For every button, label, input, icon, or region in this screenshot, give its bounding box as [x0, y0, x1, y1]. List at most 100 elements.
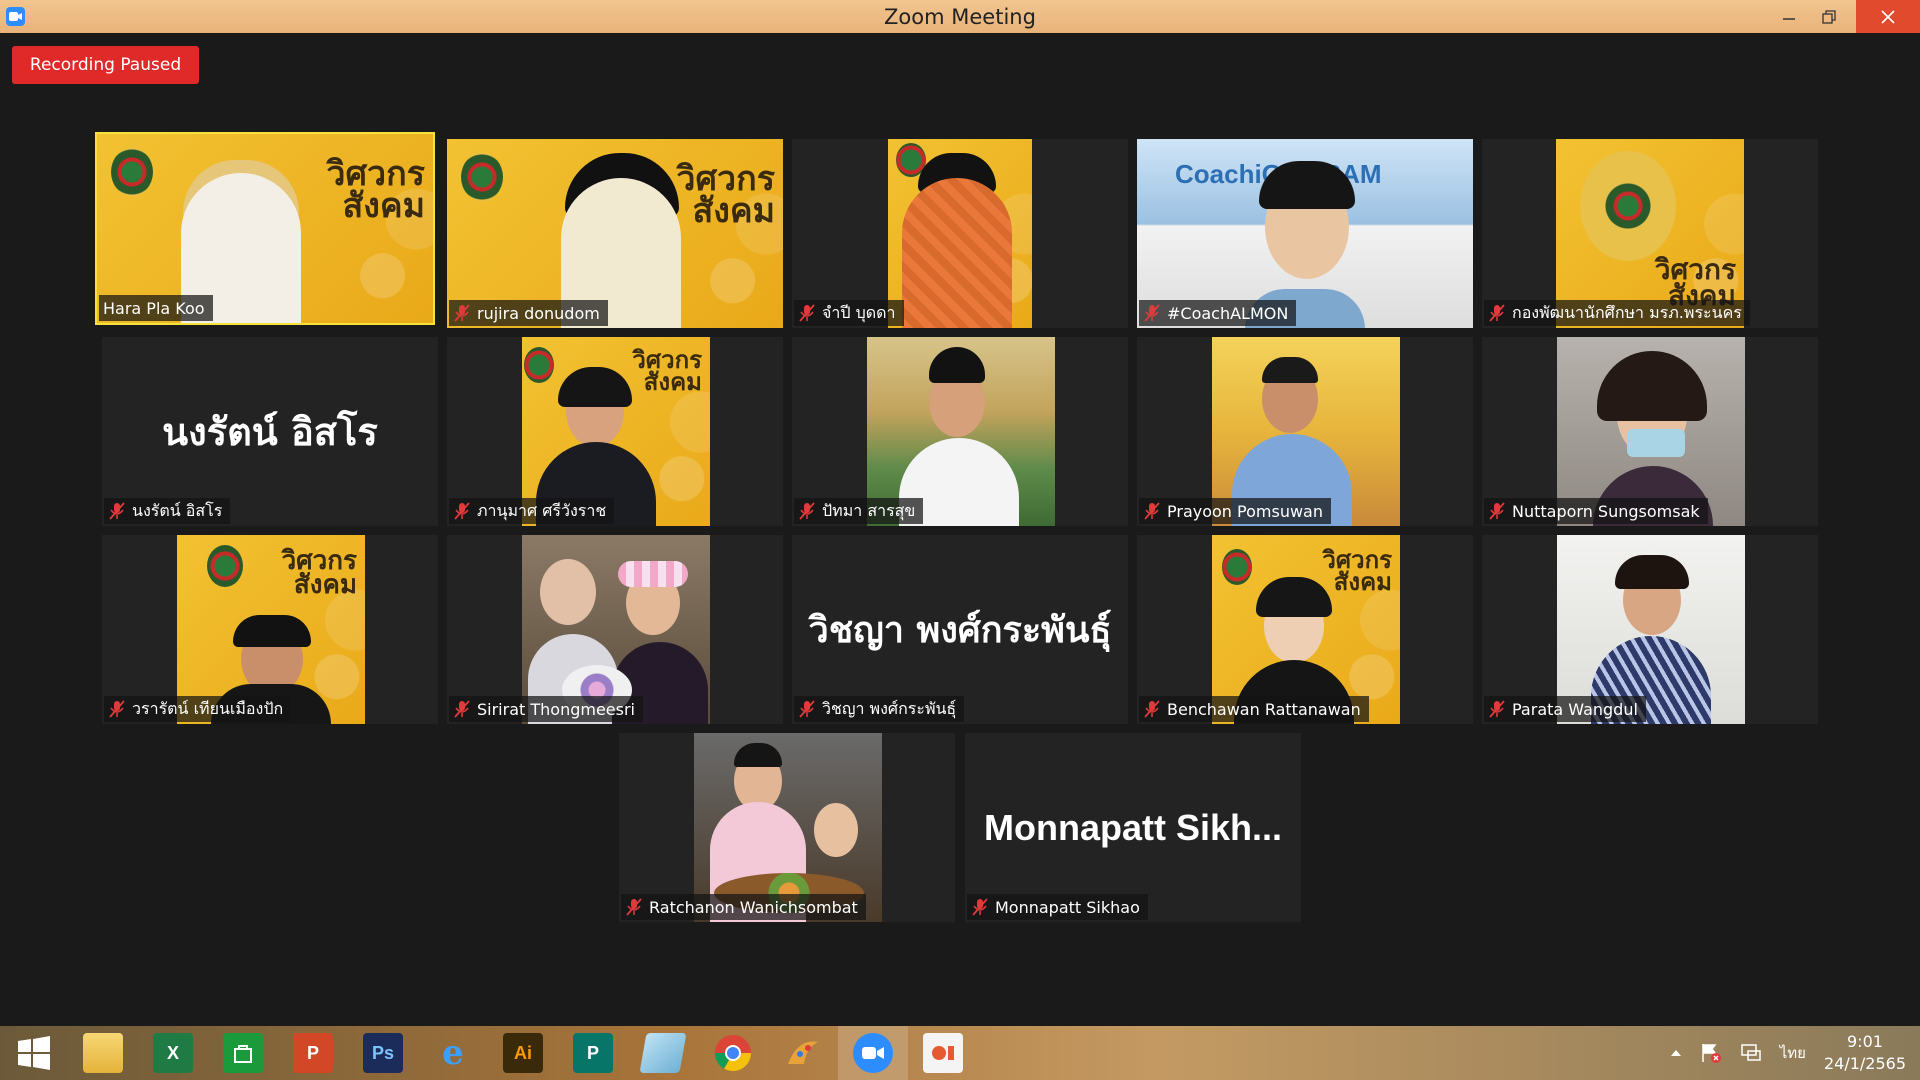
person-face — [540, 559, 596, 625]
muted-microphone-icon — [1489, 502, 1505, 520]
participant-name: Prayoon Pomsuwan — [1167, 501, 1323, 521]
university-seal-icon — [1222, 549, 1252, 585]
participant-name-label: ปัทมา สารสุข — [794, 498, 924, 524]
participant-name: rujira donudom — [477, 303, 600, 323]
taskbar-publisher[interactable]: P — [558, 1026, 628, 1080]
participant-name: Ratchanon Wanichsombat — [649, 897, 858, 917]
close-button[interactable] — [1856, 0, 1920, 33]
photoshop-icon: Ps — [363, 1033, 403, 1073]
poster-line-2: สังคม — [1333, 567, 1392, 596]
participant-name: วรารัตน์ เทียนเมืองปัก — [132, 698, 284, 718]
muted-microphone-icon — [1489, 700, 1505, 718]
muted-microphone-icon — [454, 304, 470, 322]
participant-name-label: Nuttaporn Sungsomsak — [1484, 498, 1708, 524]
recording-paused-button[interactable]: Recording Paused — [12, 46, 199, 84]
university-seal-icon — [461, 153, 503, 201]
window-title: Zoom Meeting — [884, 4, 1036, 29]
powerpoint-icon: P — [293, 1033, 333, 1073]
participant-name: Hara Pla Koo — [103, 298, 205, 318]
chevron-up-icon[interactable] — [1670, 1048, 1682, 1058]
participant-tile[interactable]: วิศวกร สังคม rujira donudom — [447, 139, 783, 328]
excel-icon: X — [153, 1033, 193, 1073]
participant-tile[interactable]: CoachiGOGRAM #CoachALMON — [1137, 139, 1473, 328]
taskbar-notepad[interactable] — [628, 1026, 698, 1080]
muted-microphone-icon — [109, 700, 125, 718]
taskbar-internet-explorer[interactable]: e — [418, 1026, 488, 1080]
muted-microphone-icon — [1144, 304, 1160, 322]
participant-tile[interactable]: นงรัตน์ อิสโร นงรัตน์ อิสโร — [102, 337, 438, 526]
taskbar-paint[interactable] — [768, 1026, 838, 1080]
participant-name-label: ภานุมาศ ศรีวังราช — [449, 498, 615, 524]
network-icon[interactable] — [1740, 1042, 1762, 1064]
participant-tile[interactable]: Monnapatt Sikh... Monnapatt Sikhao — [965, 733, 1301, 922]
participant-tile[interactable]: วิศวกร สังคม Benchawan Rattanawan — [1137, 535, 1473, 724]
participant-name: Parata Wangdul — [1512, 699, 1638, 719]
participant-tile[interactable]: Ratchanon Wanichsombat — [619, 733, 955, 922]
poster-line-2: สังคม — [293, 570, 357, 600]
taskbar-excel[interactable]: X — [138, 1026, 208, 1080]
participant-name-label: Monnapatt Sikhao — [967, 894, 1148, 920]
clock[interactable]: 9:01 24/1/2565 — [1824, 1031, 1906, 1075]
taskbar-store[interactable] — [208, 1026, 278, 1080]
university-seal-icon — [524, 347, 554, 383]
taskbar-zoom[interactable] — [838, 1026, 908, 1080]
participant-tile[interactable]: จำปี บุดดา — [792, 139, 1128, 328]
face-mask — [1627, 429, 1685, 457]
participant-tile[interactable]: วิศวกร สังคม วรารัตน์ เทียนเมืองปัก — [102, 535, 438, 724]
participant-tile[interactable]: วิศวกร สังคม ภานุมาศ ศรีวังราช — [447, 337, 783, 526]
person-hair — [929, 347, 985, 383]
zoom-camera-icon[interactable] — [6, 7, 25, 26]
taskbar-photoshop[interactable]: Ps — [348, 1026, 418, 1080]
store-icon — [223, 1033, 263, 1073]
muted-microphone-icon — [1489, 304, 1505, 322]
participant-tile[interactable]: วิศวกร สังคม กองพัฒนานักศึกษา มรภ.พระนคร — [1482, 139, 1818, 328]
participant-tile[interactable]: Prayoon Pomsuwan — [1137, 337, 1473, 526]
taskbar-slides[interactable] — [908, 1026, 978, 1080]
person-hair — [734, 743, 782, 767]
action-center-flag-icon[interactable] — [1700, 1042, 1722, 1064]
muted-microphone-icon — [799, 700, 815, 718]
title-bar: Zoom Meeting — [0, 0, 1920, 33]
taskbar-illustrator[interactable]: Ai — [488, 1026, 558, 1080]
person-face — [814, 803, 858, 857]
participant-name: #CoachALMON — [1167, 303, 1289, 323]
restore-button[interactable] — [1806, 0, 1852, 33]
taskbar-powerpoint[interactable]: P — [278, 1026, 348, 1080]
participant-name-label: Sirirat Thongmeesri — [449, 696, 643, 722]
participant-name: นงรัตน์ อิสโร — [132, 500, 223, 520]
participant-name: Benchawan Rattanawan — [1167, 699, 1361, 719]
slides-icon — [923, 1033, 963, 1073]
person-hair — [558, 367, 632, 407]
participant-name-label: นงรัตน์ อิสโร — [104, 498, 231, 524]
participant-tile[interactable]: Sirirat Thongmeesri — [447, 535, 783, 724]
participant-name: จำปี บุดดา — [822, 302, 896, 322]
paint-icon — [783, 1033, 823, 1073]
participant-name: ภานุมาศ ศรีวังราช — [477, 500, 607, 520]
person-hair — [1615, 555, 1689, 589]
minimize-icon — [1783, 17, 1795, 20]
participant-tile[interactable]: วิศวกร สังคม Hara Pla Koo — [95, 132, 435, 325]
taskbar-file-explorer[interactable] — [68, 1026, 138, 1080]
participant-tile[interactable]: วิชญา พงศ์กระพันธุ์ วิชญา พงศ์กระพันธุ์ — [792, 535, 1128, 724]
restore-icon — [1822, 9, 1836, 24]
poster-line-2: สังคม — [692, 191, 775, 231]
muted-microphone-icon — [972, 898, 988, 916]
muted-microphone-icon — [454, 700, 470, 718]
university-seal-icon — [207, 545, 243, 587]
participant-tile[interactable]: ปัทมา สารสุข — [792, 337, 1128, 526]
participant-tile[interactable]: Parata Wangdul — [1482, 535, 1818, 724]
muted-microphone-icon — [109, 502, 125, 520]
person-hair — [1256, 577, 1332, 617]
participant-tile[interactable]: Nuttaporn Sungsomsak — [1482, 337, 1818, 526]
participant-name-label: Parata Wangdul — [1484, 696, 1646, 722]
person-hair — [1262, 357, 1318, 383]
taskbar-chrome[interactable] — [698, 1026, 768, 1080]
language-indicator[interactable]: ไทย — [1780, 1041, 1806, 1065]
windows-start-button[interactable] — [0, 1026, 68, 1080]
participant-name-label: Prayoon Pomsuwan — [1139, 498, 1331, 524]
person-body — [902, 178, 1012, 328]
muted-microphone-icon — [1144, 502, 1160, 520]
poster-line-2: สังคม — [342, 186, 425, 226]
participant-name: Monnapatt Sikhao — [995, 897, 1140, 917]
participant-name-label: วิชญา พงศ์กระพันธุ์ — [794, 696, 965, 722]
